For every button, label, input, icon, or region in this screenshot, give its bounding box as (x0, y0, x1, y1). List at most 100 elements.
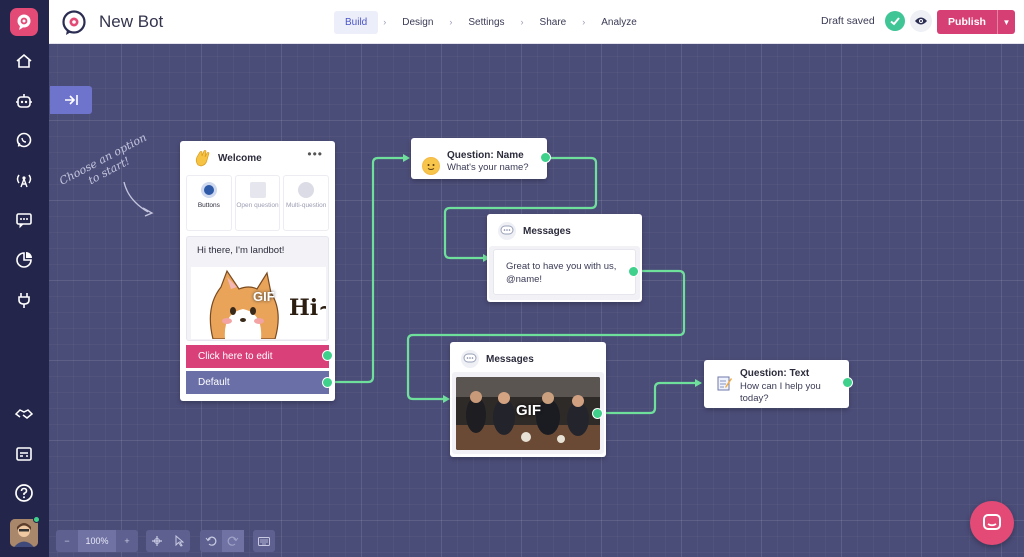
zoom-control: − 100% + (56, 530, 138, 552)
tab-settings[interactable]: Settings (457, 11, 515, 34)
detective-icon (298, 182, 315, 198)
node-title: Messages (486, 353, 534, 365)
plug-icon[interactable] (12, 288, 36, 312)
wave-hand-icon (193, 149, 211, 167)
tab-build[interactable]: Build (334, 10, 379, 34)
bot-title[interactable]: New Bot (99, 12, 163, 32)
chevron-right-icon: › (383, 17, 387, 27)
help-icon[interactable] (12, 481, 36, 505)
node-header: Messages (461, 350, 534, 368)
messages-gif-node[interactable]: Messages GIF (450, 342, 606, 457)
message-bubble[interactable]: Hi there, I'm landbot! Hi~ GIF (186, 236, 329, 341)
option-multi-question[interactable]: Multi-question (283, 175, 330, 231)
more-options-icon[interactable]: ••• (307, 147, 323, 161)
chevron-down-icon[interactable]: ▼ (997, 10, 1015, 34)
default-button[interactable]: Default (186, 371, 329, 394)
move-tool-icon[interactable] (146, 530, 168, 552)
gif-caption: Hi~ (289, 295, 326, 321)
expand-panel-button[interactable] (50, 86, 92, 114)
message-bubble[interactable]: Great to have you with us, @name! (493, 249, 636, 295)
option-buttons[interactable]: Buttons (186, 175, 232, 231)
history-controls (200, 530, 244, 552)
keyboard-shortcuts (253, 530, 275, 552)
top-bar: New Bot Build › Design › Settings › Shar… (49, 0, 1024, 44)
output-port[interactable] (842, 377, 853, 388)
corgi-gif-image: Hi~ GIF (191, 267, 326, 339)
gif-badge: GIF (253, 289, 275, 304)
gif-badge: GIF (516, 402, 541, 419)
message-text: Hi there, I'm landbot! (197, 245, 285, 256)
node-header: Welcome (193, 149, 262, 167)
check-icon (885, 11, 905, 31)
question-name-node[interactable]: Question: Name What's your name? (411, 138, 551, 179)
tab-analyze[interactable]: Analyze (590, 11, 648, 34)
undo-icon[interactable] (200, 530, 222, 552)
chevron-right-icon: › (582, 17, 586, 27)
save-status: Draft saved (821, 15, 875, 27)
question-text: What's your name? (447, 161, 529, 173)
option-open-question[interactable]: Open question (234, 175, 281, 231)
click-to-edit-button[interactable]: Click here to edit (186, 345, 329, 368)
message-area: Great to have you with us, @name! (489, 246, 640, 300)
online-status-dot (33, 516, 40, 523)
broadcast-icon[interactable] (12, 168, 36, 192)
face-icon (422, 157, 440, 175)
option-label: Multi-question (285, 202, 327, 209)
output-port[interactable] (322, 377, 333, 388)
node-header: Question: Name What's your name? (422, 147, 529, 175)
builder-steps-nav: Build › Design › Settings › Share › Anal… (334, 0, 648, 44)
welcome-node[interactable]: Welcome ••• Buttons Open question Multi-… (180, 141, 335, 401)
node-title: Question: Name (447, 149, 524, 161)
speech-bubble-icon (461, 350, 479, 368)
pencil-note-icon (249, 182, 266, 198)
output-port[interactable] (540, 152, 551, 163)
message-text: Great to have you with us, @name! (506, 261, 617, 285)
zoom-level: 100% (78, 530, 116, 552)
node-title: Welcome (218, 152, 262, 164)
chat-support-button[interactable] (970, 501, 1014, 545)
chat-icon[interactable] (12, 208, 36, 232)
preview-eye-icon[interactable] (910, 10, 932, 32)
message-area: GIF (452, 372, 604, 454)
node-title: Messages (523, 225, 571, 237)
memo-icon (715, 374, 733, 392)
node-header: Messages (498, 222, 571, 240)
handshake-icon[interactable] (12, 402, 36, 426)
tab-design[interactable]: Design (391, 11, 444, 34)
landbot-logo-icon[interactable] (10, 8, 38, 36)
bot-avatar-icon (61, 10, 87, 36)
speech-bubble-icon (498, 222, 516, 240)
chevron-right-icon: › (520, 17, 524, 27)
button-label: Click here to edit (198, 351, 273, 362)
question-text-node[interactable]: Question: Text How can I help you today? (704, 360, 853, 408)
keyboard-icon[interactable] (253, 530, 275, 552)
messages-node[interactable]: Messages Great to have you with us, @nam… (487, 214, 642, 302)
option-label: Buttons (197, 202, 220, 209)
option-label: Open question (236, 202, 279, 209)
bot-icon[interactable] (12, 89, 36, 113)
publish-button[interactable]: Publish ▼ (937, 10, 1015, 34)
billing-icon[interactable] (12, 442, 36, 466)
left-sidebar (0, 0, 49, 557)
party-gif-image[interactable]: GIF (456, 377, 600, 450)
output-port[interactable] (322, 350, 333, 361)
node-title: Question: Text (740, 368, 810, 379)
chevron-right-icon: › (449, 17, 453, 27)
redo-icon[interactable] (222, 530, 244, 552)
publish-label: Publish (948, 16, 986, 28)
analytics-icon[interactable] (12, 248, 36, 272)
home-icon[interactable] (12, 49, 36, 73)
output-port[interactable] (628, 266, 639, 277)
avatar[interactable] (10, 519, 38, 547)
pointer-tool-icon[interactable] (168, 530, 190, 552)
output-port[interactable] (592, 408, 603, 419)
question-text: How can I help you today? (740, 381, 821, 404)
node-header: Question: Text How can I help you today? (715, 368, 840, 405)
zoom-out-button[interactable]: − (56, 530, 78, 552)
canvas-tools (146, 530, 190, 552)
zoom-in-button[interactable]: + (116, 530, 138, 552)
chat-bubble-icon (983, 514, 1001, 530)
whatsapp-icon[interactable] (12, 128, 36, 152)
buttons-option-icon (200, 182, 217, 198)
tab-share[interactable]: Share (529, 11, 578, 34)
